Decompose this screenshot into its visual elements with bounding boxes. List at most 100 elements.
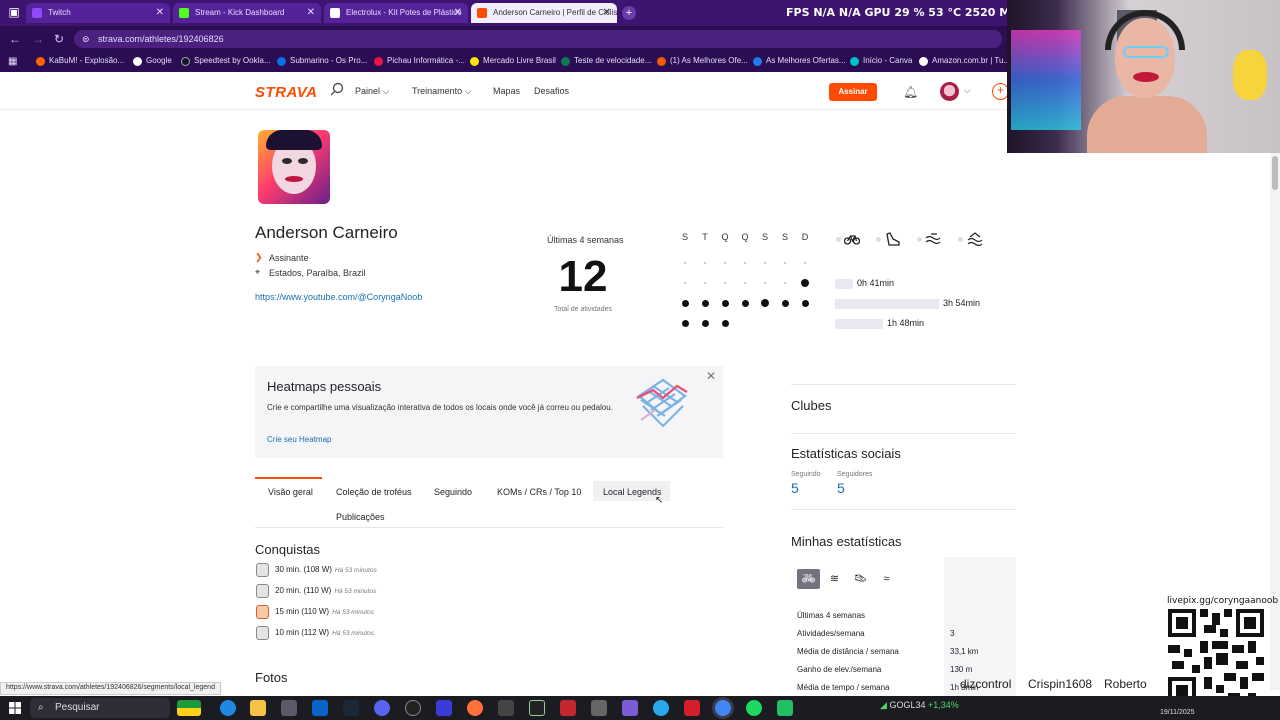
chevron-down-icon[interactable]: ⌵ [964,85,971,96]
day-activity-dot[interactable] [701,299,709,307]
obs-icon[interactable] [405,700,421,716]
day-activity-dot[interactable] [721,299,729,307]
new-tab-button[interactable]: + [622,6,636,20]
run-shoe-icon[interactable] [885,232,901,249]
tab-koms[interactable]: KOMs / CRs / Top 10 [497,487,581,497]
close-tab-icon[interactable]: ✕ [603,3,611,23]
chrome-icon[interactable] [715,700,731,716]
whatsapp-icon[interactable] [777,700,793,716]
apps-grid-icon[interactable]: ▦ [8,56,17,67]
bookmark-item[interactable]: Amazon.com.br | Tu... [919,56,1010,66]
app-icon[interactable] [591,700,607,716]
app-icon[interactable] [684,700,700,716]
menu-painel[interactable]: Painel ⌵ [355,86,389,97]
achievement-item[interactable]: 15 min (110 W) Há 53 minutos [275,607,374,616]
stock-ticker-widget[interactable]: ◢ GOGL34 +1,34% [880,700,959,711]
close-tab-icon[interactable]: ✕ [454,3,462,23]
brazil-flag-icon[interactable] [177,700,201,716]
stats-other-tab-icon[interactable]: ≈ [875,569,898,589]
menu-mapas[interactable]: Mapas [493,86,520,96]
bookmark-item[interactable]: Mercado Livre Brasil [470,56,556,66]
edge-browser-icon[interactable] [220,700,236,716]
stats-run-tab-icon[interactable]: 👟︎ [849,569,872,589]
day-activity-dot[interactable] [801,279,809,287]
day-activity-dot[interactable] [761,299,769,307]
close-icon[interactable]: ✕ [706,369,716,383]
app-icon[interactable] [436,700,452,716]
bookmark-item[interactable]: KaBuM! - Explosão... [36,56,124,66]
menu-treinamento[interactable]: Treinamento ⌵ [412,86,472,97]
scrollbar-thumb[interactable] [1272,156,1278,190]
tab-local-legends[interactable]: Local Legends [603,487,662,497]
swim-icon[interactable] [925,232,941,248]
day-activity-dot[interactable] [701,319,709,327]
windows-start-icon[interactable] [9,702,21,714]
back-arrow-icon[interactable]: ← [9,32,21,46]
app-icon[interactable] [529,700,545,716]
bike-icon[interactable] [843,232,861,248]
browser-tab-strava[interactable]: Anderson Carneiro | Perfil de Ciclismo ✕ [471,3,617,23]
day-activity-dot[interactable] [781,299,789,307]
spotify-icon[interactable] [746,700,762,716]
reload-icon[interactable]: ↻ [54,32,64,46]
subscribe-button[interactable]: Assinar [829,83,877,101]
telegram-icon[interactable] [653,700,669,716]
outlook-icon[interactable] [312,700,328,716]
browser-tab-twitch[interactable]: Twitch ✕ [26,3,170,23]
achievement-item[interactable]: 20 min. (110 W) Há 53 minutos [275,586,376,595]
profile-avatar[interactable] [258,130,330,204]
app-icon[interactable] [622,700,638,716]
bookmark-item[interactable]: Speedtest by Ookla... [181,56,271,66]
achievement-item[interactable]: 30 min. (108 W) Há 53 minutos [275,565,377,574]
bookmark-item[interactable]: Google [133,56,172,66]
close-tab-icon[interactable]: ✕ [156,3,164,23]
stats-bike-tab-icon[interactable]: 🚲︎ [797,569,820,589]
day-activity-dot[interactable] [681,319,689,327]
user-avatar[interactable] [940,82,959,101]
bookmark-item[interactable]: (1) As Melhores Ofe... [657,56,748,66]
stats-swim-tab-icon[interactable]: ≋ [823,569,846,589]
weekday-label: T [702,232,708,242]
bookmark-item[interactable]: Submarino - Os Pro... [277,56,367,66]
youtube-link[interactable]: https://www.youtube.com/@CoryngaNoob [255,292,422,302]
strava-logo[interactable]: STRAVA [255,84,317,101]
app-icon[interactable] [498,700,514,716]
tab-trophies[interactable]: Coleção de troféus [336,487,412,497]
file-explorer-icon[interactable] [250,700,266,716]
day-activity-dot[interactable] [681,299,689,307]
tab-posts[interactable]: Publicações [336,512,385,522]
following-count[interactable]: 5 [791,480,799,496]
forward-arrow-icon[interactable]: → [32,32,44,46]
url-input[interactable]: ⊜ strava.com/athletes/192406826 [74,30,1002,48]
firefox-icon[interactable] [467,700,483,716]
taskbar-date[interactable]: 19/11/2025 [1160,709,1195,716]
day-activity-dot[interactable] [741,299,749,307]
taskbar-search[interactable]: ⌕ Pesquisar [30,698,170,718]
discord-icon[interactable] [374,700,390,716]
other-sport-icon[interactable] [967,232,983,249]
bookmark-label: Pichau Informática -... [387,56,465,65]
tab-following[interactable]: Seguindo [434,487,472,497]
search-icon[interactable] [330,82,344,96]
browser-tab-kick[interactable]: Stream - Kick Dashboard ✕ [173,3,321,23]
deezer-icon[interactable] [560,700,576,716]
achievement-item[interactable]: 10 min (112 W) Há 53 minutos [275,628,374,637]
page-scrollbar[interactable] [1270,153,1280,690]
close-tab-icon[interactable]: ✕ [307,3,315,23]
menu-desafios[interactable]: Desafios [534,86,569,96]
create-heatmap-link[interactable]: Crie seu Heatmap [267,435,331,444]
bookmark-item[interactable]: Teste de velocidade... [561,56,651,66]
bookmark-item[interactable]: As Melhores Ofertas... [753,56,846,66]
bookmark-item[interactable]: Pichau Informática -... [374,56,465,66]
store-icon[interactable] [281,700,297,716]
day-activity-dot[interactable] [801,299,809,307]
bookmark-item[interactable]: Início - Canva [850,56,912,66]
followers-count[interactable]: 5 [837,480,845,496]
notifications-bell-icon[interactable]: 🔔︎ [903,85,918,99]
window-menu-icon[interactable]: ▣ [6,4,22,20]
day-activity-dot[interactable] [721,319,729,327]
tab-overview[interactable]: Visão geral [268,487,313,497]
steam-icon[interactable] [343,700,359,716]
browser-tab-electrolux[interactable]: Electrolux - Kit Potes de Plástico ✕ [324,3,468,23]
site-info-icon[interactable]: ⊜ [82,30,90,48]
